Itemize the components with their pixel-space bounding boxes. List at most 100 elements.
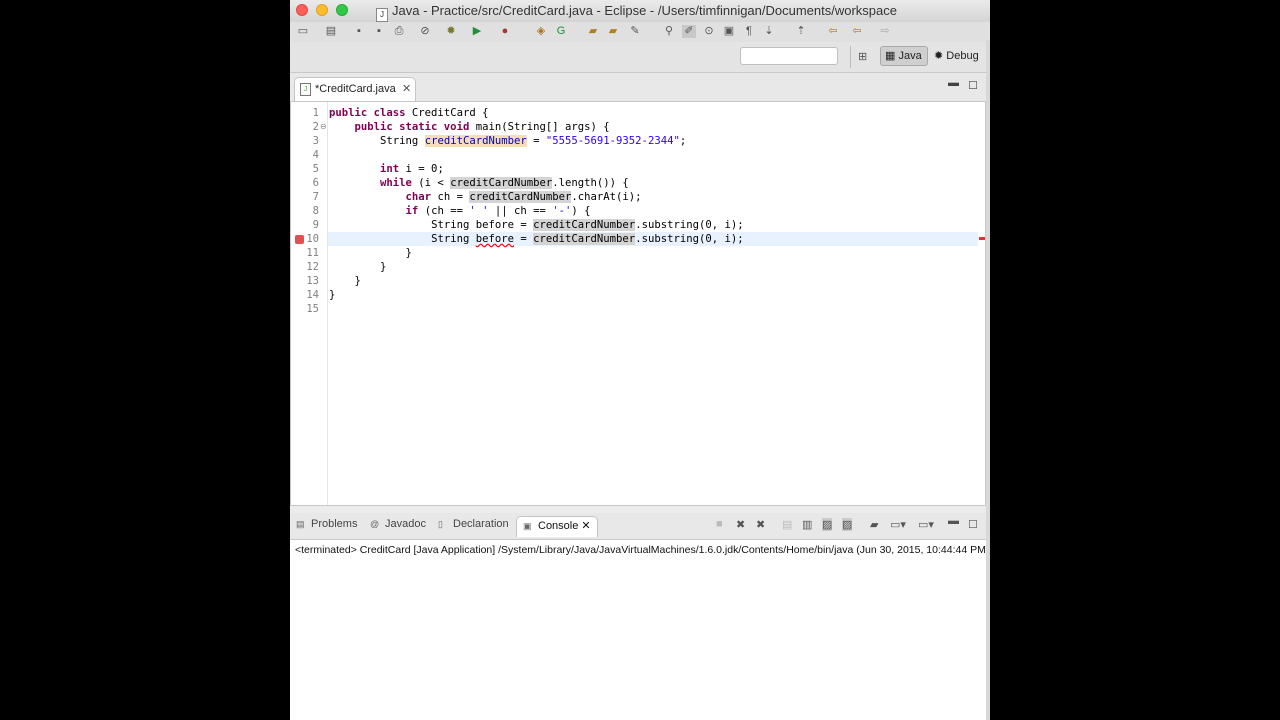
run-icon[interactable]: ▶ — [470, 25, 484, 38]
javadoc-icon: @ — [370, 519, 380, 529]
block-selection-icon[interactable]: ▣ — [722, 25, 736, 38]
display-console-icon[interactable]: ▭▾ — [890, 518, 906, 531]
line-number: 1 — [312, 107, 319, 119]
declaration-icon: ▯ — [438, 519, 443, 529]
maximize-console-icon[interactable]: ☐ — [968, 518, 978, 531]
fold-collapse-icon[interactable]: ⊖ — [320, 122, 327, 131]
mark-occurrences-icon[interactable]: ⚲ — [662, 25, 676, 38]
code-line-7: char ch = creditCardNumber.charAt(i); — [405, 191, 642, 203]
code-line-3: String creditCardNumber = "5555-5691-935… — [380, 135, 687, 147]
save-all-icon[interactable]: ▪ — [372, 25, 386, 38]
new-icon[interactable]: ▭ — [296, 25, 310, 38]
forward-icon[interactable]: ⇦ — [850, 25, 864, 38]
java-perspective-label: Java — [898, 50, 922, 62]
line-number: 6 — [312, 177, 319, 189]
code-line-1: public class CreditCard { — [329, 107, 489, 119]
code-line-2: public static void main(String[] args) { — [354, 121, 610, 133]
debug-perspective-button[interactable]: ✹ Debug — [932, 46, 990, 66]
open-perspective-icon[interactable]: ⊞ — [858, 50, 872, 63]
code-line-9: String before = creditCardNumber.substri… — [431, 219, 744, 231]
pin-console-icon[interactable]: ▰ — [870, 518, 878, 531]
code-line-5: int i = 0; — [380, 163, 444, 175]
new-dropdown-icon[interactable]: ▤ — [324, 25, 338, 38]
previous-annotation-icon[interactable]: ⇡ — [794, 25, 808, 38]
show-on-stdout-icon[interactable]: ▨ — [822, 518, 833, 531]
bottom-tab-bar: ▤ Problems @ Javadoc ▯ Declaration ▣ Console… — [290, 513, 986, 539]
back-icon[interactable]: ⇦ — [826, 25, 840, 38]
minimize-window-button[interactable] — [316, 4, 328, 16]
java-perspective-button[interactable]: ▦ Java — [880, 46, 928, 66]
code-line-6: while (i < creditCardNumber.length()) { — [380, 177, 629, 189]
zoom-window-button[interactable] — [336, 4, 348, 16]
show-whitespace-icon[interactable]: ¶ — [742, 25, 756, 38]
new-class-icon[interactable]: G — [554, 25, 568, 38]
code-line-10: String before = creditCardNumber.substri… — [431, 233, 744, 245]
debug-icon[interactable]: ✹ — [444, 25, 458, 38]
line-number: 7 — [312, 191, 319, 203]
editor-tab-label: *CreditCard.java — [315, 83, 396, 95]
code-line-14: } — [329, 289, 336, 301]
quick-access-input[interactable] — [740, 47, 838, 65]
minimize-console-icon[interactable]: ▬ — [948, 515, 959, 527]
window-title-text: Java - Practice/src/CreditCard.java - Ec… — [392, 3, 898, 18]
code-line-13: } — [354, 275, 361, 287]
save-icon[interactable]: ▪ — [352, 25, 366, 38]
search-icon[interactable]: ✎ — [628, 25, 642, 38]
line-number: 12 — [306, 261, 319, 273]
external-tools-icon[interactable]: ● — [498, 25, 512, 38]
remove-all-launches-icon[interactable]: ✖ — [756, 518, 765, 531]
window-right-edge — [986, 40, 990, 720]
print-icon[interactable]: ⎙ — [392, 25, 406, 38]
close-window-button[interactable] — [296, 4, 308, 16]
code-line-12: } — [380, 261, 387, 273]
code-line-11: } — [405, 247, 412, 259]
window-title: J Java - Practice/src/CreditCard.java - E… — [376, 3, 897, 22]
console-status-line: <terminated> CreditCard [Java Applicatio… — [295, 544, 990, 556]
line-number: 13 — [306, 275, 319, 287]
close-tab-icon[interactable]: ✕ — [402, 78, 411, 100]
show-on-stderr-icon[interactable]: ▨ — [842, 518, 853, 531]
perspective-bar: ⊞ ▦ Java ✹ Debug — [290, 42, 990, 73]
line-number-ruler: 1 2 3 4 5 6 7 8 9 10 11 12 13 14 15 ⊖ — [291, 102, 328, 505]
line-number: 4 — [312, 149, 319, 161]
minimize-editor-icon[interactable]: ▬ — [948, 77, 959, 89]
skip-breakpoints-icon[interactable]: ⊘ — [418, 25, 432, 38]
tab-problems[interactable]: ▤ Problems — [296, 518, 357, 530]
tab-declaration[interactable]: ▯ Declaration — [438, 518, 509, 530]
remove-launch-icon[interactable]: ✖ — [736, 518, 745, 531]
scroll-lock-icon[interactable]: ▥ — [802, 518, 812, 531]
maximize-editor-icon[interactable]: ☐ — [968, 79, 978, 92]
next-annotation-icon[interactable]: ⇣ — [762, 25, 776, 38]
eclipse-window: J Java - Practice/src/CreditCard.java - E… — [290, 0, 990, 720]
code-editor[interactable]: 1 2 3 4 5 6 7 8 9 10 11 12 13 14 15 ⊖ pu… — [290, 101, 986, 506]
code-line-8: if (ch == ' ' || ch == '-') { — [405, 205, 591, 217]
open-folder-icon[interactable]: ▰ — [606, 25, 620, 38]
clear-console-icon[interactable]: ▤ — [782, 518, 792, 531]
line-number: 2 — [312, 121, 319, 133]
line-number: 11 — [306, 247, 319, 259]
perspective-separator — [850, 46, 851, 68]
console-icon: ▣ — [523, 521, 532, 531]
console-view[interactable]: <terminated> CreditCard [Java Applicatio… — [290, 539, 990, 720]
line-number: 15 — [306, 303, 319, 315]
editor-tab-creditcard[interactable]: J *CreditCard.java ✕ — [294, 77, 416, 101]
toggle-highlight-icon[interactable]: ✐ — [682, 25, 696, 38]
forward-disabled-icon[interactable]: ⇨ — [878, 25, 892, 38]
tab-console[interactable]: ▣ Console ✕ — [516, 516, 598, 537]
terminate-icon[interactable]: ■ — [716, 518, 723, 530]
error-overview-marker[interactable] — [979, 237, 985, 240]
new-java-project-icon[interactable]: ◈ — [534, 25, 548, 38]
error-icon[interactable] — [295, 235, 304, 244]
line-number: 5 — [312, 163, 319, 175]
problems-icon: ▤ — [296, 519, 305, 529]
line-number: 9 — [312, 219, 319, 231]
open-console-icon[interactable]: ▭▾ — [918, 518, 934, 531]
java-perspective-icon: ▦ — [885, 50, 899, 62]
open-type-icon[interactable]: ▰ — [586, 25, 600, 38]
java-file-icon: J — [300, 83, 311, 96]
line-number: 3 — [312, 135, 319, 147]
main-toolbar: ▭ ▤ ▪ ▪ ⎙ ⊘ ✹ ▶ ● ◈ G ▰ ▰ ✎ ⚲ ✐ ⊙ ▣ ¶ ⇣ … — [290, 22, 990, 42]
close-console-icon[interactable]: ✕ — [581, 520, 590, 532]
tab-javadoc[interactable]: @ Javadoc — [370, 518, 426, 530]
word-wrap-icon[interactable]: ⊙ — [702, 25, 716, 38]
